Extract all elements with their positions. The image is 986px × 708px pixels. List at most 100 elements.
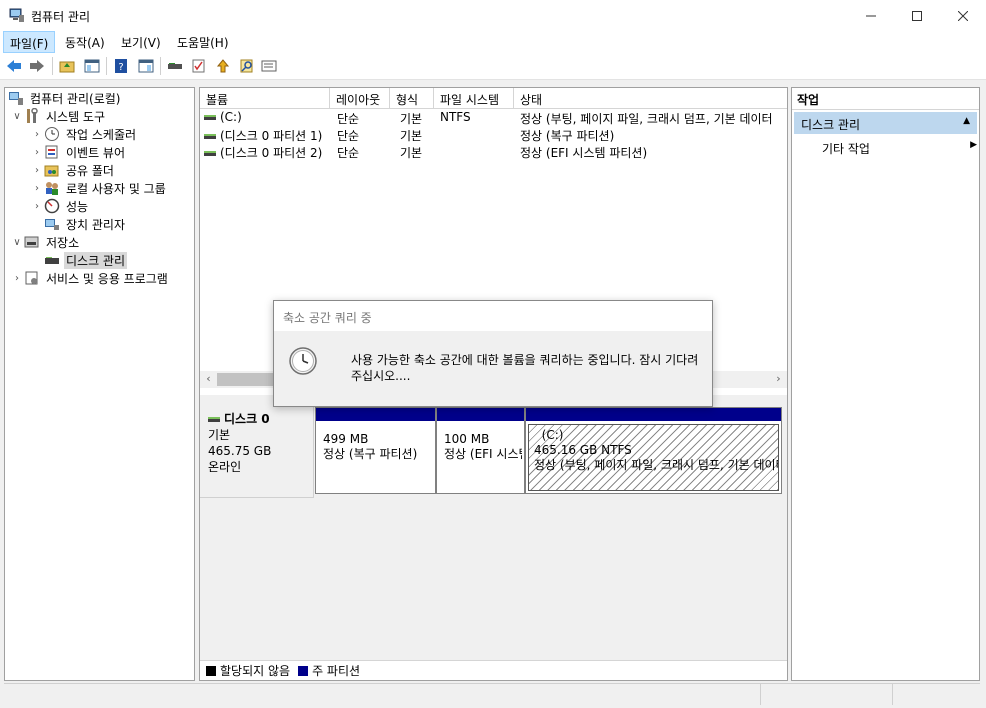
tree-item-disk-management[interactable]: 디스크 관리 xyxy=(44,251,128,269)
close-icon xyxy=(958,10,968,21)
action-pane: 작업 디스크 관리 ▲ 기타 작업 ▶ xyxy=(791,87,980,681)
chevron-right-icon[interactable]: › xyxy=(10,273,24,284)
connect-button[interactable] xyxy=(165,57,185,75)
disk-name: 디스크 0 xyxy=(224,412,270,426)
volume-icon xyxy=(204,115,216,120)
status-cell xyxy=(760,684,892,705)
action-more-actions[interactable]: 기타 작업 ▶ xyxy=(822,140,977,157)
column-file-system[interactable]: 파일 시스템 xyxy=(434,88,514,109)
storage-icon xyxy=(24,234,40,250)
menu-view[interactable]: 보기(V) xyxy=(115,31,167,53)
volume-row[interactable]: (디스크 0 파티션 1) 단순 기본 정상 (복구 파티션) xyxy=(200,126,787,143)
toolbar: ? xyxy=(0,53,986,80)
menu-help[interactable]: 도움말(H) xyxy=(171,31,235,53)
action-pane-title: 작업 xyxy=(792,88,979,110)
show-hide-tree-button[interactable] xyxy=(82,57,102,75)
menu-bar: 파일(F) 동작(A) 보기(V) 도움말(H) xyxy=(0,31,986,53)
tree-item-event-viewer[interactable]: › 이벤트 뷰어 xyxy=(30,143,127,161)
tree-item-services-apps[interactable]: › 서비스 및 응용 프로그램 xyxy=(10,269,170,287)
chevron-down-icon[interactable]: ∨ xyxy=(10,237,24,248)
maximize-button[interactable] xyxy=(894,0,940,31)
menu-action[interactable]: 동작(A) xyxy=(59,31,111,53)
partition-recovery[interactable]: 499 MB 정상 (복구 파티션) xyxy=(315,407,436,494)
minimize-button[interactable] xyxy=(848,0,894,31)
tree-root[interactable]: 컴퓨터 관리(로컬) xyxy=(8,89,122,107)
scroll-left-arrow-icon[interactable]: ‹ xyxy=(200,372,217,387)
chevron-right-icon[interactable]: › xyxy=(30,129,44,140)
disk-size: 465.75 GB xyxy=(208,444,272,458)
disk-icon xyxy=(208,417,220,422)
users-icon xyxy=(44,180,60,196)
tree-label-root: 컴퓨터 관리(로컬) xyxy=(30,91,121,106)
folder-up-icon xyxy=(59,61,75,73)
submenu-arrow-icon: ▶ xyxy=(970,140,977,150)
show-hide-action-pane-button[interactable] xyxy=(136,57,156,75)
help-button[interactable]: ? xyxy=(111,57,131,75)
disk-info[interactable]: 디스크 0 기본 465.75 GB 온라인 xyxy=(200,405,314,498)
clock-icon xyxy=(44,126,60,142)
tree-item-storage[interactable]: ∨ 저장소 xyxy=(10,233,81,251)
volume-row[interactable]: (C:) 단순 기본 NTFS 정상 (부팅, 페이지 파일, 크래시 덤프, … xyxy=(200,109,787,126)
column-status[interactable]: 상태 xyxy=(514,88,787,109)
partition-efi[interactable]: 100 MB 정상 (EFI 시스템 파티션) xyxy=(436,407,525,494)
device-manager-icon xyxy=(44,216,60,232)
tree-item-performance[interactable]: › 성능 xyxy=(30,197,90,215)
volume-row[interactable]: (디스크 0 파티션 2) 단순 기본 정상 (EFI 시스템 파티션) xyxy=(200,143,787,160)
volume-icon xyxy=(204,134,216,139)
tree-item-system-tools[interactable]: ∨ 시스템 도구 xyxy=(10,107,107,125)
action-group-disk-management[interactable]: 디스크 관리 ▲ xyxy=(794,112,977,134)
status-cell xyxy=(892,684,980,705)
querying-shrink-dialog: 축소 공간 쿼리 중 사용 가능한 축소 공간에 대한 볼륨을 쿼리하는 중입니… xyxy=(273,300,713,407)
collapse-up-icon[interactable]: ▲ xyxy=(963,116,970,130)
up-folder-button[interactable] xyxy=(57,57,77,75)
tree-item-task-scheduler[interactable]: › 작업 스케줄러 xyxy=(30,125,138,143)
legend-unallocated-label: 할당되지 않음 xyxy=(220,664,291,678)
back-button[interactable] xyxy=(4,57,24,75)
disk-connect-icon xyxy=(168,63,182,69)
event-viewer-icon xyxy=(44,144,60,160)
menu-file[interactable]: 파일(F) xyxy=(3,31,56,53)
scroll-right-arrow-icon[interactable]: › xyxy=(770,372,787,387)
checklist-icon xyxy=(192,59,205,73)
chevron-right-icon[interactable]: › xyxy=(30,147,44,158)
legend-unallocated-swatch xyxy=(206,665,216,676)
title-bar: 컴퓨터 관리 xyxy=(0,0,986,31)
checklist-button[interactable] xyxy=(189,57,209,75)
svg-text:?: ? xyxy=(118,62,123,73)
console-tree: 컴퓨터 관리(로컬) ∨ 시스템 도구 › 작업 스케줄러 › 이벤트 뷰어 ›… xyxy=(4,87,195,681)
chevron-down-icon[interactable]: ∨ xyxy=(10,111,24,122)
properties-icon xyxy=(261,60,277,72)
services-icon xyxy=(24,270,40,286)
properties-button[interactable] xyxy=(259,57,279,75)
tree-item-local-users[interactable]: › 로컬 사용자 및 그룹 xyxy=(30,179,168,197)
chevron-right-icon[interactable]: › xyxy=(30,165,44,176)
minimize-icon xyxy=(866,15,876,16)
chevron-right-icon[interactable]: › xyxy=(30,183,44,194)
export-button[interactable] xyxy=(213,57,233,75)
tree-item-shared-folders[interactable]: › 공유 폴더 xyxy=(30,161,116,179)
close-button[interactable] xyxy=(940,0,986,31)
legend-primary-label: 주 파티션 xyxy=(312,664,361,678)
legend-primary-swatch xyxy=(298,665,309,676)
action-pane-icon xyxy=(138,59,154,73)
column-type[interactable]: 형식 xyxy=(390,88,434,109)
disk-type: 기본 xyxy=(208,428,231,442)
computer-management-icon xyxy=(9,8,24,22)
forward-button[interactable] xyxy=(27,57,47,75)
volume-list-header: 볼륨 레이아웃 형식 파일 시스템 상태 xyxy=(200,88,787,109)
tree-item-device-manager[interactable]: 장치 관리자 xyxy=(44,215,127,233)
partition-c[interactable]: (C:) 465.16 GB NTFS 정상 (부팅, 페이지 파일, 크래시 … xyxy=(525,407,782,494)
chevron-right-icon[interactable]: › xyxy=(30,201,44,212)
window-title: 컴퓨터 관리 xyxy=(31,10,91,24)
column-volume[interactable]: 볼륨 xyxy=(200,88,330,109)
shared-folder-icon xyxy=(44,162,60,178)
search-button[interactable] xyxy=(237,57,257,75)
export-up-icon xyxy=(216,59,230,73)
scrollbar-thumb[interactable] xyxy=(217,373,277,386)
column-layout[interactable]: 레이아웃 xyxy=(330,88,390,109)
performance-icon xyxy=(44,198,60,214)
clock-icon xyxy=(289,347,317,375)
back-arrow-icon xyxy=(7,60,21,72)
forward-arrow-icon xyxy=(30,60,44,72)
dialog-title: 축소 공간 쿼리 중 xyxy=(274,301,712,331)
